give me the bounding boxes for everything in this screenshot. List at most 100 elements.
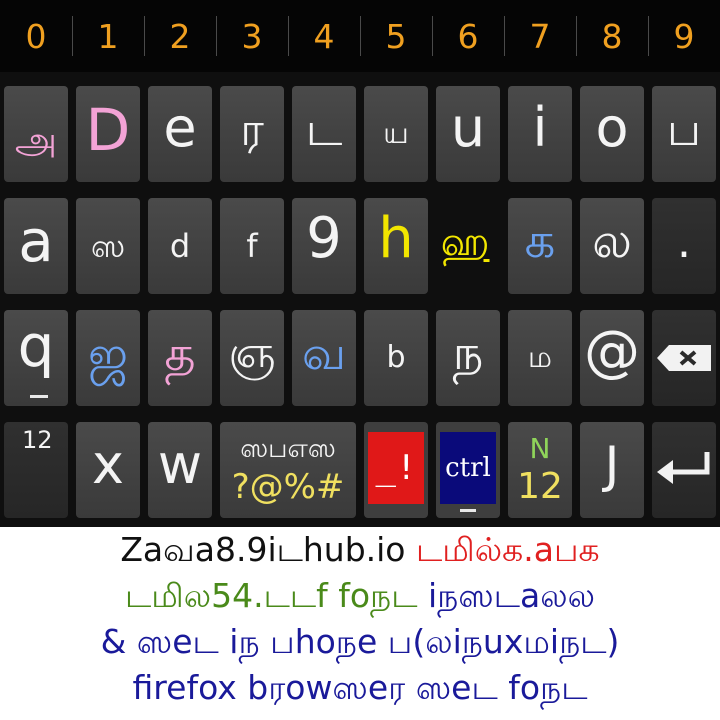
- key-tamil-va[interactable]: வ: [292, 310, 356, 406]
- key-label: 12: [22, 426, 53, 454]
- key-b[interactable]: b: [364, 310, 428, 406]
- number-row: 0 1 2 3 4 5 6 7 8 9: [0, 0, 720, 72]
- key-f[interactable]: f: [220, 198, 284, 294]
- key-d-upper[interactable]: D: [76, 86, 140, 182]
- key-tamil-ha[interactable]: ஹ: [436, 198, 500, 294]
- number-key-4[interactable]: 4: [288, 0, 360, 72]
- enter-key[interactable]: [652, 422, 716, 518]
- key-label: x: [92, 433, 124, 496]
- caption-install: iநஸடaலல: [427, 576, 596, 615]
- space-key-symbols: ?@%#: [231, 467, 345, 507]
- keyboard: 0 1 2 3 4 5 6 7 8 9 அ D e ர ட ய u i o ப …: [0, 0, 720, 527]
- key-i[interactable]: i: [508, 86, 572, 182]
- key-tamil-ka[interactable]: க: [508, 198, 572, 294]
- key-tamil-na[interactable]: ந: [436, 310, 500, 406]
- language-key[interactable]: N 12: [508, 422, 572, 518]
- key-label: ம: [527, 340, 553, 375]
- language-key-number: 12: [517, 466, 563, 507]
- number-key-9[interactable]: 9: [648, 0, 720, 72]
- caption: Zaவa8.9iடhub.io டமில்க.aபக டமில54.டடf fo…: [0, 527, 720, 720]
- ctrl-indicator: [460, 509, 476, 512]
- key-label: w: [157, 433, 203, 496]
- key-label: ஞ: [228, 327, 276, 378]
- ctrl-key-face: ctrl: [440, 432, 496, 504]
- enter-icon: [657, 452, 710, 484]
- key-tamil-ta[interactable]: ட: [292, 86, 356, 182]
- space-key[interactable]: ஸபஎஸ ?@%#: [220, 422, 356, 518]
- key-label: .: [677, 217, 691, 268]
- key-j[interactable]: J: [580, 422, 644, 518]
- key-o[interactable]: o: [580, 86, 644, 182]
- caption-line-3: & ஸeட iந பhoநe ப(லiநuxமiநட): [100, 622, 620, 661]
- key-tamil-ma[interactable]: ம: [508, 310, 572, 406]
- key-label: ஜ: [87, 326, 129, 382]
- key-label: q: [17, 312, 55, 380]
- backspace-key[interactable]: [652, 310, 716, 406]
- key-label: ப: [666, 102, 702, 156]
- key-a[interactable]: a: [4, 198, 68, 294]
- key-label: @: [584, 319, 640, 384]
- key-e[interactable]: e: [148, 86, 212, 182]
- ctrl-key[interactable]: ctrl: [436, 422, 500, 518]
- key-label: e: [163, 96, 197, 159]
- number-key-2[interactable]: 2: [144, 0, 216, 72]
- key-x[interactable]: x: [76, 422, 140, 518]
- key-label: க: [524, 213, 556, 269]
- key-q[interactable]: q: [4, 310, 68, 406]
- cursor-key-face: _!: [368, 432, 424, 504]
- number-key-5[interactable]: 5: [360, 0, 432, 72]
- key-label: ந: [452, 325, 484, 381]
- key-period[interactable]: .: [652, 198, 716, 294]
- key-tamil-la[interactable]: ல: [580, 198, 644, 294]
- key-9[interactable]: 9: [292, 198, 356, 294]
- number-key-7[interactable]: 7: [504, 0, 576, 72]
- caption-font-name: டமில54.டடf foநட: [124, 576, 418, 615]
- key-tamil-ra[interactable]: ர: [220, 86, 284, 182]
- key-label: ர: [240, 102, 264, 156]
- key-label: ஸ: [90, 227, 126, 265]
- numbers-mode-key[interactable]: 12: [4, 422, 68, 518]
- number-key-0[interactable]: 0: [0, 0, 72, 72]
- key-label: b: [386, 340, 406, 375]
- space-key-label: ஸபஎஸ: [240, 434, 336, 464]
- backspace-icon: [657, 345, 711, 371]
- key-tamil-sa[interactable]: ஸ: [76, 198, 140, 294]
- key-tamil-nya[interactable]: ஞ: [220, 310, 284, 406]
- key-tamil-a[interactable]: அ: [4, 86, 68, 182]
- key-label: h: [378, 206, 414, 271]
- shift-indicator: [30, 395, 48, 398]
- key-label: d: [169, 227, 191, 265]
- key-label: வ: [301, 326, 347, 380]
- key-tamil-pa[interactable]: ப: [652, 86, 716, 182]
- ctrl-label: ctrl: [445, 453, 491, 483]
- key-label: ஹ: [440, 219, 490, 265]
- number-key-1[interactable]: 1: [72, 0, 144, 72]
- key-at[interactable]: @: [580, 310, 644, 406]
- key-label: i: [532, 96, 548, 159]
- cursor-key[interactable]: _!: [364, 422, 428, 518]
- key-label: த: [164, 326, 196, 382]
- key-h[interactable]: h: [364, 198, 428, 294]
- key-label: ய: [383, 116, 409, 151]
- key-tamil-ya[interactable]: ய: [364, 86, 428, 182]
- key-label: a: [18, 207, 54, 275]
- caption-line-1: Zaவa8.9iடhub.io டமில்க.aபக: [0, 533, 720, 566]
- key-tamil-tha[interactable]: த: [148, 310, 212, 406]
- key-tamil-ja[interactable]: ஜ: [76, 310, 140, 406]
- key-label: ட: [305, 102, 343, 156]
- number-key-8[interactable]: 8: [576, 0, 648, 72]
- key-label: u: [450, 96, 486, 159]
- key-label: J: [604, 436, 620, 494]
- number-key-6[interactable]: 6: [432, 0, 504, 72]
- key-label: o: [595, 96, 629, 159]
- key-d[interactable]: d: [148, 198, 212, 294]
- number-key-3[interactable]: 3: [216, 0, 288, 72]
- language-key-letter: N: [529, 432, 551, 465]
- caption-line-2: டமில54.டடf foநட iநஸடaலல: [0, 579, 720, 612]
- key-label: ல: [592, 213, 632, 269]
- key-label: அ: [14, 118, 58, 162]
- key-label: D: [85, 96, 131, 164]
- caption-line-4: firefox bரowஸeர ஸeட foநட: [132, 668, 588, 707]
- key-u[interactable]: u: [436, 86, 500, 182]
- key-w[interactable]: w: [148, 422, 212, 518]
